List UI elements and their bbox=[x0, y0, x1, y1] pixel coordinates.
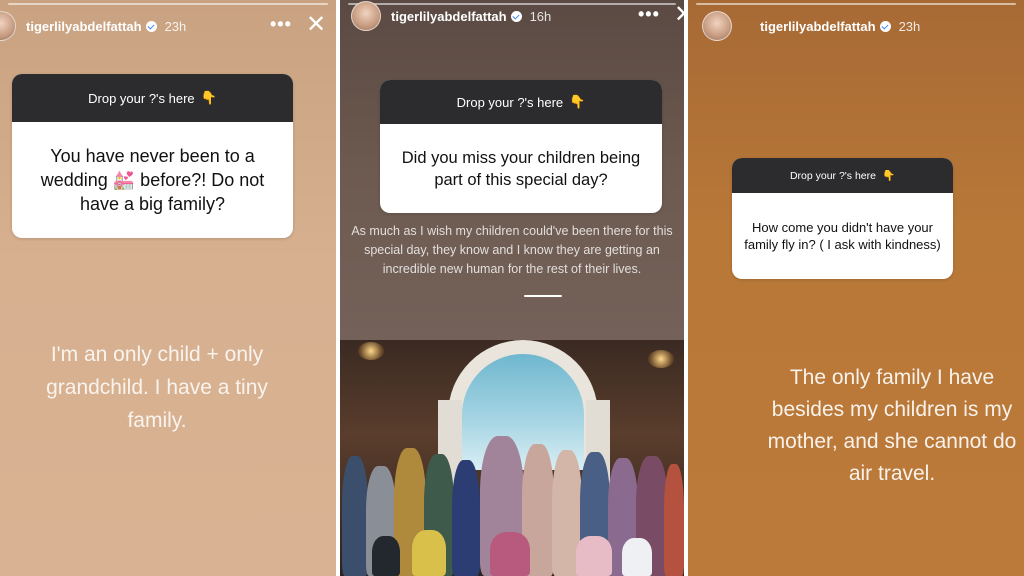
question-sticker-header: Drop your ?'s here 👇 bbox=[732, 158, 953, 193]
question-sticker-prompt: Drop your ?'s here bbox=[88, 90, 195, 106]
verified-badge-icon bbox=[145, 20, 157, 32]
pointing-hand-icon: 👇 bbox=[881, 170, 896, 182]
question-sticker: Drop your ?'s here 👇 You have never been… bbox=[12, 74, 293, 238]
answer-text: As much as I wish my children could've b… bbox=[351, 224, 673, 276]
post-time: 23h bbox=[898, 18, 921, 34]
story-panel-3[interactable]: tigerlilyabdelfattah 23h Drop your ?'s h… bbox=[688, 0, 1024, 576]
wedding-group-photo bbox=[340, 340, 684, 576]
guest bbox=[664, 464, 684, 576]
child bbox=[372, 536, 400, 576]
question-text: Did you miss your children being part of… bbox=[401, 148, 641, 189]
post-time: 23h bbox=[164, 18, 187, 34]
story-progress-bar bbox=[8, 3, 328, 5]
verified-badge-icon bbox=[510, 10, 522, 22]
child bbox=[576, 536, 612, 576]
username[interactable]: tigerlilyabdelfattah bbox=[26, 19, 142, 34]
lamp-light bbox=[648, 350, 674, 368]
wedding-guests bbox=[340, 426, 684, 576]
story-header: tigerlilyabdelfattah 16h ••• ✕ bbox=[340, 1, 684, 31]
story-header: tigerlilyabdelfattah 23h bbox=[688, 11, 1024, 41]
more-options-icon[interactable]: ••• bbox=[638, 4, 660, 25]
story-header: tigerlilyabdelfattah 23h ••• ✕ bbox=[0, 11, 336, 41]
more-options-icon[interactable]: ••• bbox=[270, 14, 292, 35]
lives-underline bbox=[524, 295, 562, 297]
avatar[interactable] bbox=[351, 1, 381, 31]
question-sticker-header: Drop your ?'s here 👇 bbox=[380, 80, 662, 124]
answer-text: The only family I have besides my childr… bbox=[767, 366, 1017, 485]
username[interactable]: tigerlilyabdelfattah bbox=[391, 9, 507, 24]
close-icon[interactable]: ✕ bbox=[674, 3, 684, 27]
close-icon[interactable]: ✕ bbox=[306, 13, 326, 37]
pointing-hand-icon: 👇 bbox=[200, 90, 217, 105]
question-text: You have never been to a wedding 💒 befor… bbox=[40, 146, 265, 214]
answer-text: I'm an only child + only grandchild. I h… bbox=[46, 343, 268, 432]
question-sticker: Drop your ?'s here 👇 Did you miss your c… bbox=[380, 80, 662, 213]
question-sticker-prompt: Drop your ?'s here bbox=[456, 94, 564, 110]
question-text: How come you didn't have your family fly… bbox=[744, 220, 941, 252]
child bbox=[412, 530, 446, 576]
child bbox=[622, 538, 652, 576]
pointing-hand-icon: 👇 bbox=[569, 94, 586, 109]
question-sticker: Drop your ?'s here 👇 How come you didn't… bbox=[732, 158, 953, 279]
story-panel-1[interactable]: tigerlilyabdelfattah 23h ••• ✕ Drop your… bbox=[0, 0, 336, 576]
question-sticker-header: Drop your ?'s here 👇 bbox=[12, 74, 293, 122]
username[interactable]: tigerlilyabdelfattah bbox=[760, 19, 876, 34]
lamp-light bbox=[358, 342, 384, 360]
story-panel-2[interactable]: tigerlilyabdelfattah 16h ••• ✕ Drop your… bbox=[340, 0, 684, 576]
guest bbox=[342, 456, 368, 576]
avatar[interactable] bbox=[702, 11, 732, 41]
avatar[interactable] bbox=[0, 11, 16, 41]
child bbox=[490, 532, 530, 576]
post-time: 16h bbox=[529, 8, 552, 24]
story-progress-bar bbox=[696, 3, 1016, 5]
verified-badge-icon bbox=[879, 20, 891, 32]
question-sticker-prompt: Drop your ?'s here bbox=[789, 169, 876, 182]
guest bbox=[452, 460, 480, 576]
